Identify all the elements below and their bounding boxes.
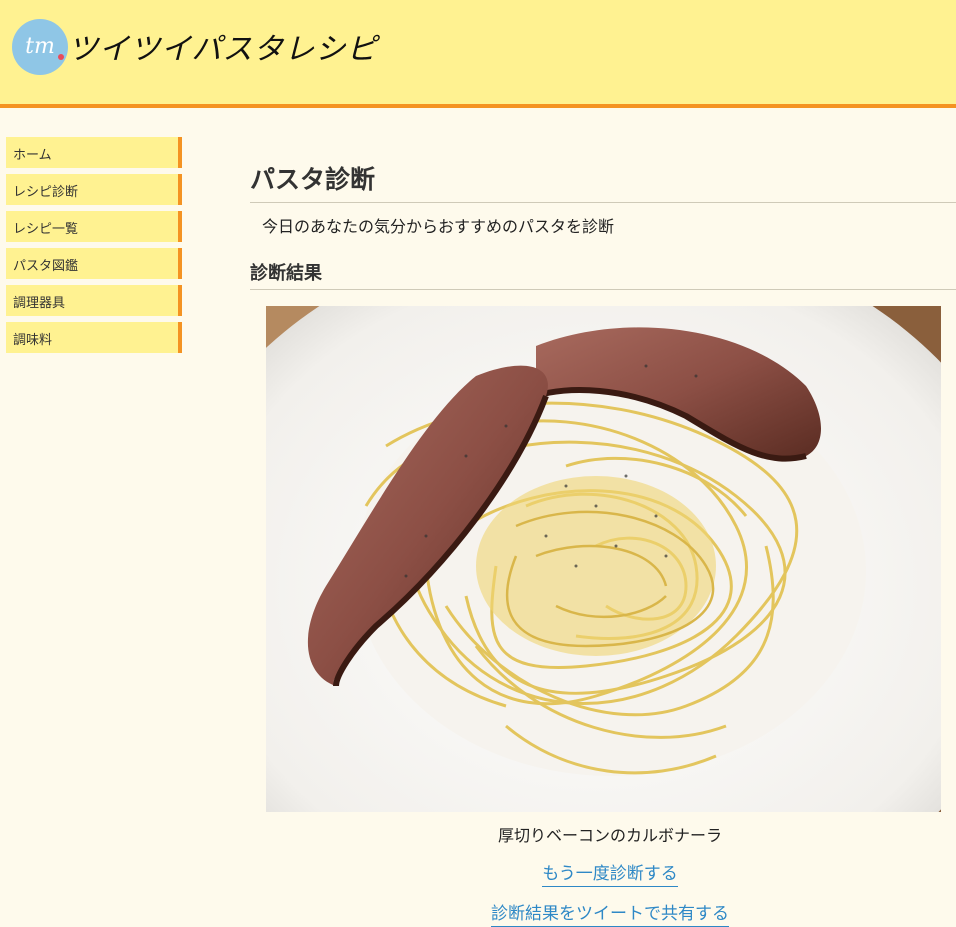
share-link-wrapper: 診断結果をツイートで共有する <box>250 899 956 927</box>
sidebar-item-recipe-list[interactable]: レシピ一覧 <box>6 211 182 242</box>
retry-diagnosis-link[interactable]: もう一度診断する <box>542 864 678 887</box>
site-title[interactable]: ツイツイパスタレシピ <box>68 24 377 68</box>
sidebar-item-home[interactable]: ホーム <box>6 137 182 168</box>
logo-dot <box>58 54 64 60</box>
result-heading: 診断結果 <box>250 259 956 290</box>
page-title: パスタ診断 <box>250 160 956 203</box>
site-logo[interactable]: tm <box>12 19 68 75</box>
share-tweet-link[interactable]: 診断結果をツイートで共有する <box>491 904 729 927</box>
result-caption: 厚切りベーコンのカルボナーラ <box>497 826 722 845</box>
site-header: tm ツイツイパスタレシピ <box>0 0 956 108</box>
main-content: パスタ診断 今日のあなたの気分からおすすめのパスタを診断 診断結果 厚切りベーコ… <box>250 160 956 927</box>
carbonara-image <box>266 306 941 812</box>
sidebar-item-pasta-encyclopedia[interactable]: パスタ図鑑 <box>6 248 182 279</box>
page-lead: 今日のあなたの気分からおすすめのパスタを診断 <box>262 217 615 236</box>
sidebar-nav: ホーム レシピ診断 レシピ一覧 パスタ図鑑 調理器具 調味料 <box>6 137 182 359</box>
sidebar-item-seasonings[interactable]: 調味料 <box>6 322 182 353</box>
pasta-photo <box>266 306 941 812</box>
retry-link-wrapper: もう一度診断する <box>250 859 956 887</box>
sidebar-item-cooking-tools[interactable]: 調理器具 <box>6 285 182 316</box>
sidebar-item-recipe-diagnosis[interactable]: レシピ診断 <box>6 174 182 205</box>
